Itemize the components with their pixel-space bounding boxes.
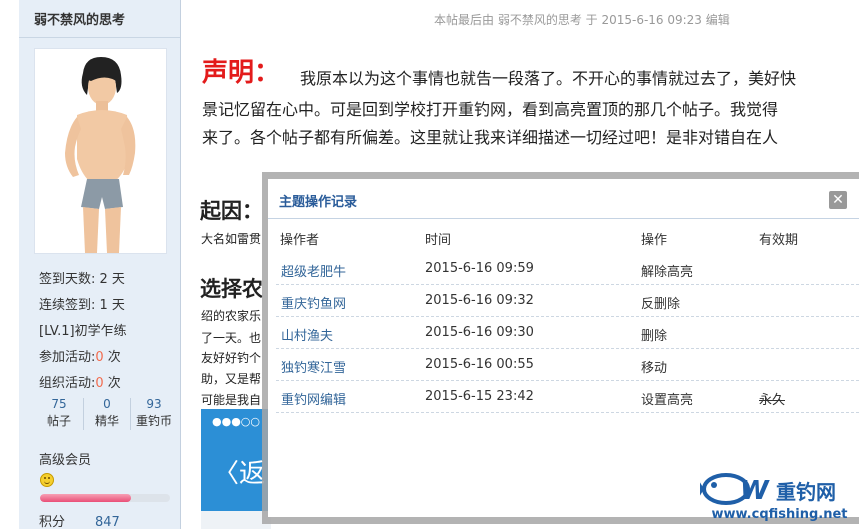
- row-action: 删除: [641, 329, 668, 344]
- row-time: 2015-6-16 09:30: [425, 325, 534, 340]
- back-glyph: 〈返: [213, 459, 266, 489]
- row-operator[interactable]: 独钓寒江雪: [281, 357, 346, 376]
- post-para-line: 了一天。也: [201, 331, 262, 345]
- count-posts-label: 帖子: [46, 414, 71, 428]
- row-time: 2015-6-16 00:55: [425, 357, 534, 372]
- table-row: 超级老肥牛 2015-6-16 09:59 解除高亮: [276, 253, 859, 285]
- level-progress-fill: [40, 494, 131, 502]
- activities-unit: 次: [103, 350, 121, 365]
- post-line-1: 我原本以为这个事情也就告一段落了。不开心的事情就过去了，美好快: [300, 69, 797, 88]
- watermark-url: www.cqfishing.net: [711, 507, 848, 522]
- level-progress-bar: [40, 494, 170, 502]
- table-row: 山村渔夫 2015-6-16 09:30 删除: [276, 317, 859, 349]
- row-operator[interactable]: 重钓网编辑: [281, 389, 346, 408]
- points: 积分 847: [39, 511, 120, 530]
- avatar-figure-icon: [65, 57, 136, 253]
- row-operator[interactable]: 山村渔夫: [281, 325, 333, 344]
- sign-days: 签到天数: 2 天: [39, 272, 125, 287]
- row-action: 解除高亮: [641, 265, 694, 280]
- banner-strip: [201, 511, 271, 529]
- row-action: 反删除: [641, 297, 681, 312]
- row-operator[interactable]: 重庆钓鱼网: [281, 293, 346, 312]
- user-counts: 75 帖子 0 精华 93 重钓币: [36, 396, 176, 432]
- activities-organized: 组织活动:0 次: [39, 372, 121, 391]
- smiley-icon: [40, 473, 54, 487]
- fish-logo-icon: W 重钓网: [700, 473, 836, 506]
- close-icon[interactable]: ✕: [829, 191, 847, 209]
- cause-heading: 起因：: [200, 199, 263, 223]
- col-header-time: 时间: [425, 233, 452, 248]
- row-time: 2015-6-16 09:32: [425, 293, 534, 308]
- post-line-3: 来了。各个帖子都有所偏差。这里就让我来详细描述一切经过吧！是非对错自在人: [202, 128, 779, 147]
- col-header-expiry: 有效期: [759, 233, 799, 248]
- edit-note: 本帖最后由 弱不禁风的思考 于 2015-6-16 09:23 编辑: [434, 13, 730, 27]
- count-digest[interactable]: 0 精华: [84, 396, 130, 430]
- count-coins-num[interactable]: 93: [131, 396, 177, 412]
- table-row: 重庆钓鱼网 2015-6-16 09:32 反删除: [276, 285, 859, 317]
- user-level[interactable]: [LV.1]初学乍练: [39, 320, 127, 339]
- points-value[interactable]: 847: [95, 515, 120, 530]
- username[interactable]: 弱不禁风的思考: [19, 0, 180, 38]
- avatar[interactable]: [34, 48, 167, 254]
- site-watermark: W 重钓网 www.cqfishing.net: [700, 465, 859, 529]
- modal-title: 主题操作记录: [279, 195, 358, 210]
- choose-heading: 选择农: [200, 277, 263, 301]
- orgs-count: 0: [95, 376, 104, 391]
- activities-label: 参加活动:: [39, 350, 96, 365]
- col-header-operator: 操作者: [280, 233, 320, 248]
- activities-count: 0: [95, 350, 104, 365]
- row-expiry: 永久: [759, 393, 786, 408]
- consecutive-days: 连续签到: 1 天: [39, 298, 125, 313]
- post-para-line: 友好好钓个: [201, 351, 262, 365]
- post-para-line: 绍的农家乐: [201, 309, 262, 323]
- count-posts[interactable]: 75 帖子: [36, 396, 82, 430]
- post-para-line: 助，又是帮: [201, 372, 262, 386]
- table-row: 独钓寒江雪 2015-6-16 00:55 移动: [276, 349, 859, 381]
- row-operator[interactable]: 超级老肥牛: [281, 261, 346, 280]
- points-label: 积分: [39, 515, 66, 530]
- mobile-banner-image: ●●●○○ 〈返: [201, 409, 271, 511]
- row-action: 移动: [641, 361, 668, 376]
- svg-text:W: W: [740, 476, 770, 506]
- post-line-2: 景记忆留在心中。可是回到学校打开重钓网，看到高亮置顶的那几个帖子。我觉得: [202, 100, 779, 119]
- post-para-line: 可能是我自: [201, 393, 262, 407]
- col-header-action: 操作: [641, 233, 668, 248]
- count-coins-label: 重钓币: [135, 414, 172, 428]
- count-digest-label: 精华: [94, 414, 119, 428]
- modal-divider: [268, 218, 859, 219]
- carousel-dots: ●●●○○: [212, 415, 260, 428]
- row-action: 设置高亮: [641, 393, 694, 408]
- row-time: 2015-6-16 09:59: [425, 261, 534, 276]
- count-posts-num[interactable]: 75: [36, 396, 82, 412]
- watermark-brand: 重钓网: [776, 480, 836, 504]
- table-row: 重钓网编辑 2015-6-15 23:42 设置高亮 永久: [276, 381, 859, 413]
- activities-joined: 参加活动:0 次: [39, 346, 121, 365]
- statement-title: 声明：: [202, 58, 281, 88]
- count-coins[interactable]: 93 重钓币: [131, 396, 177, 430]
- row-time: 2015-6-15 23:42: [425, 389, 534, 404]
- orgs-unit: 次: [103, 376, 121, 391]
- orgs-label: 组织活动:: [39, 376, 96, 391]
- cause-text: 大名如雷贯: [201, 232, 262, 246]
- member-level[interactable]: 高级会员: [39, 449, 91, 468]
- user-sidebar: 弱不禁风的思考 签到天数: 2 天 连续签到: 1 天 [LV.1]初学乍练 参…: [19, 0, 181, 530]
- count-digest-num[interactable]: 0: [84, 396, 130, 412]
